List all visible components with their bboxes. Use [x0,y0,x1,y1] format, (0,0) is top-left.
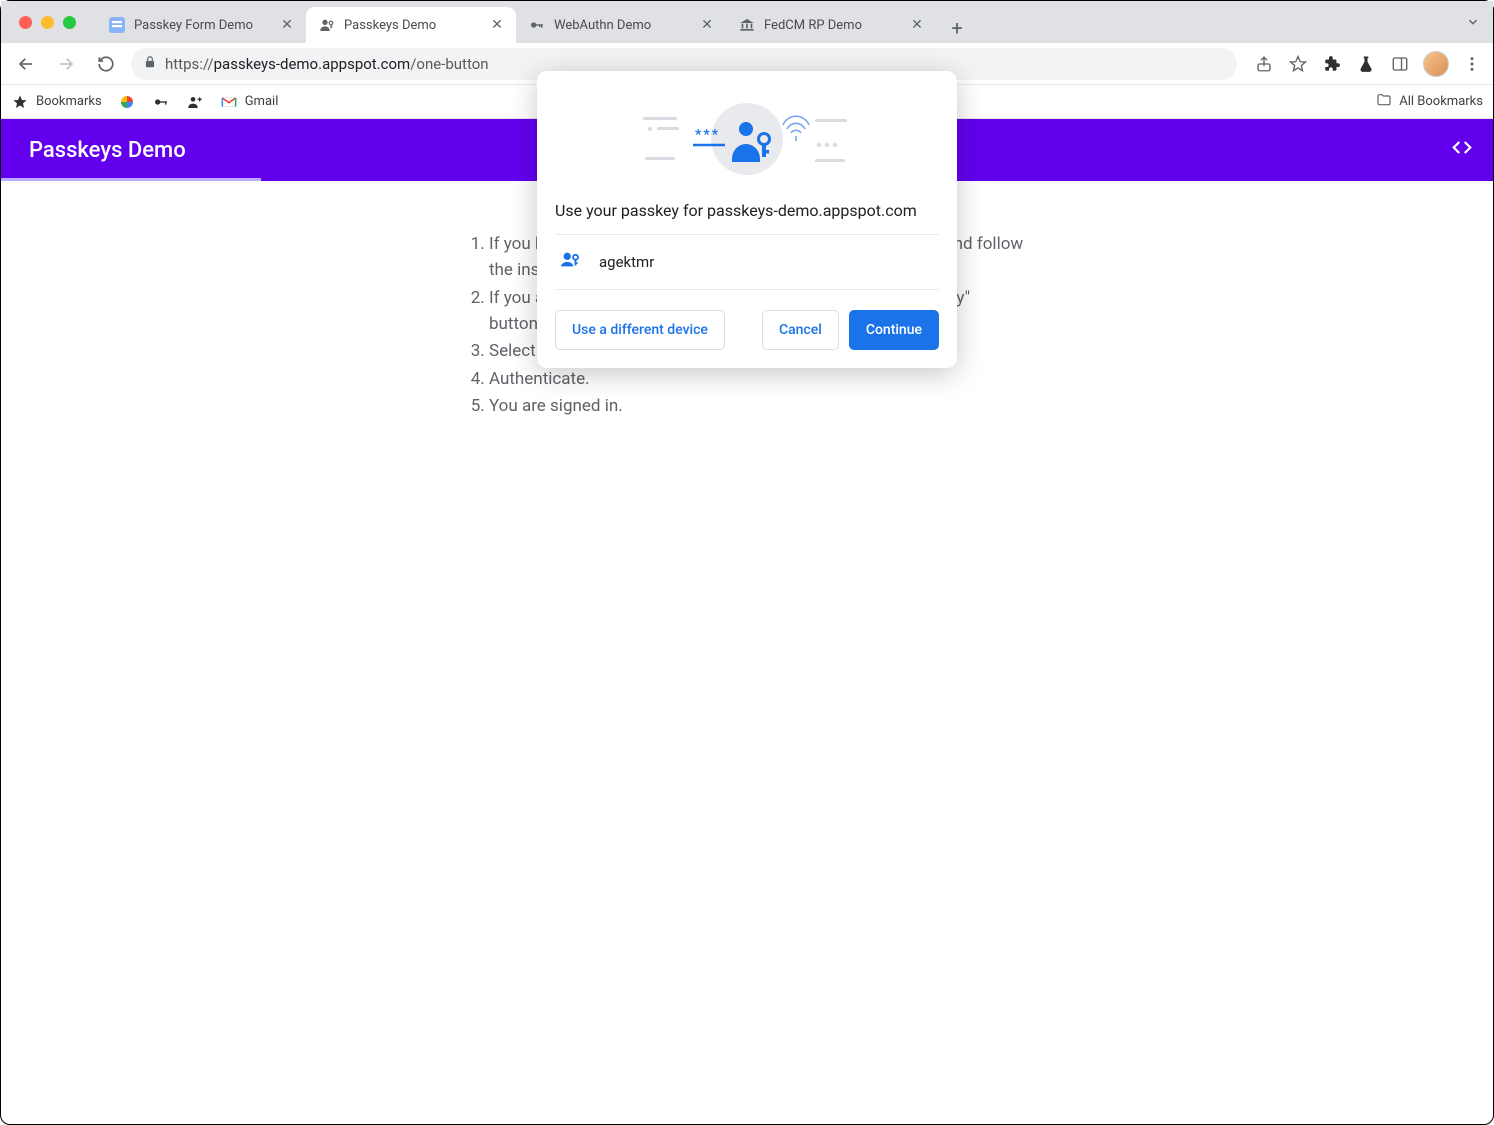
bank-icon [738,16,756,34]
url-prefix: https:// [165,55,214,73]
profile-avatar[interactable] [1423,51,1449,77]
side-panel-icon[interactable] [1389,53,1411,75]
bookmark-google-photos[interactable] [118,93,136,111]
google-photos-icon [118,93,136,111]
bookmark-gmail[interactable]: Gmail [220,93,279,111]
tab-title: WebAuthn Demo [554,18,692,33]
all-bookmarks-label: All Bookmarks [1399,94,1483,109]
continue-button[interactable]: Continue [849,310,939,350]
people-icon [186,93,204,111]
tab-close-icon[interactable]: ✕ [280,18,294,32]
use-different-device-button[interactable]: Use a different device [555,310,725,350]
tab-title: Passkey Form Demo [134,18,272,33]
tab-search-button[interactable] [1461,10,1485,34]
reload-button[interactable] [91,49,121,79]
page-title: Passkeys Demo [29,138,186,163]
toolbar-right [1247,51,1483,77]
code-toggle-button[interactable] [1451,137,1473,164]
folder-icon [1376,92,1392,112]
url-host: passkeys-demo.appspot.com [214,55,411,73]
tab-title: FedCM RP Demo [764,18,902,33]
gmail-icon [220,93,238,111]
window-controls [9,16,86,29]
share-icon[interactable] [1253,53,1275,75]
back-button[interactable] [11,49,41,79]
tab-close-icon[interactable]: ✕ [700,18,714,32]
dialog-actions: Use a different device Cancel Continue [555,310,939,350]
tab-indicator [1,178,261,181]
lock-icon [143,55,157,73]
address-bar-url: https://passkeys-demo.appspot.com/one-bu… [165,55,1225,73]
labs-icon[interactable] [1355,53,1377,75]
bookmark-gmail-label: Gmail [245,94,279,109]
dialog-title: Use your passkey for passkeys-demo.appsp… [555,201,939,220]
passkey-icon [559,249,581,275]
bookmark-passwords[interactable] [152,93,170,111]
bookmarks-button[interactable]: Bookmarks [11,93,102,111]
tab-passkey-form-demo[interactable]: Passkey Form Demo ✕ [96,7,306,43]
passkey-account-row[interactable]: agektmr [555,234,939,290]
bookmark-star-icon[interactable] [1287,53,1309,75]
window-maximize-button[interactable] [63,16,76,29]
tabs: Passkey Form Demo ✕ Passkeys Demo ✕ WebA… [96,1,972,43]
all-bookmarks-button[interactable]: All Bookmarks [1376,92,1483,112]
browser-menu-icon[interactable] [1461,53,1483,75]
tab-strip: Passkey Form Demo ✕ Passkeys Demo ✕ WebA… [1,1,1493,43]
list-item: Authenticate. [489,366,1027,392]
key-icon [528,16,546,34]
tab-favicon [108,16,126,34]
dialog-illustration: *** [555,97,939,183]
passkey-account-name: agektmr [599,253,654,271]
key-icon [152,93,170,111]
forward-button[interactable] [51,49,81,79]
bookmark-people[interactable] [186,93,204,111]
tab-title: Passkeys Demo [344,18,482,33]
bookmarks-label: Bookmarks [36,94,102,109]
tab-webauthn-demo[interactable]: WebAuthn Demo ✕ [516,7,726,43]
tab-passkeys-demo[interactable]: Passkeys Demo ✕ [306,7,516,43]
star-icon [11,93,29,111]
list-item: You are signed in. [489,393,1027,419]
cancel-button[interactable]: Cancel [762,310,839,350]
tab-fedcm-rp-demo[interactable]: FedCM RP Demo ✕ [726,7,936,43]
tab-favicon [318,16,336,34]
new-tab-button[interactable]: + [942,13,972,43]
passkey-dialog: *** Use your passkey for passkeys-demo.a… [537,71,957,368]
url-path: /one-button [410,55,488,73]
tab-close-icon[interactable]: ✕ [490,18,504,32]
svg-text:***: *** [695,127,720,143]
window-minimize-button[interactable] [41,16,54,29]
tab-close-icon[interactable]: ✕ [910,18,924,32]
extensions-icon[interactable] [1321,53,1343,75]
window-close-button[interactable] [19,16,32,29]
